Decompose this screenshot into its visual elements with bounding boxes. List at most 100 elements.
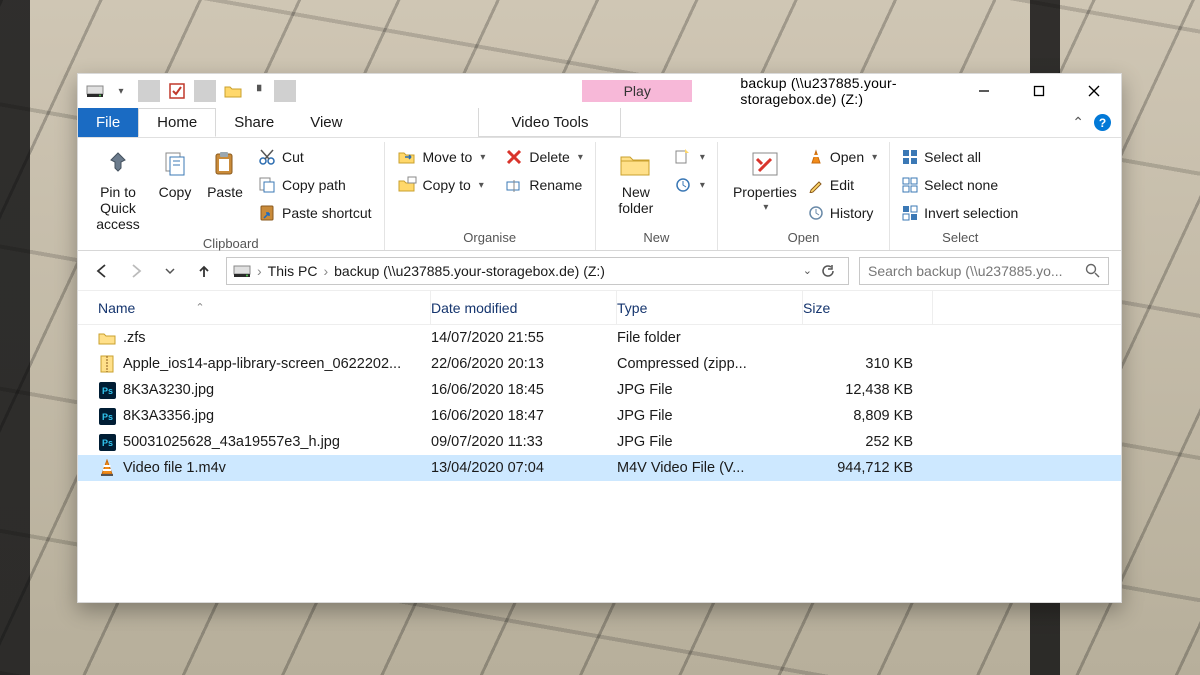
copy-path-icon	[258, 176, 276, 194]
chevron-down-icon[interactable]: ⌄	[803, 264, 812, 277]
file-name: 8K3A3356.jpg	[123, 408, 214, 424]
copy-to-button[interactable]: Copy to▾	[393, 172, 490, 198]
window-controls	[956, 74, 1121, 108]
file-row[interactable]: Ps50031025628_43a19557e3_h.jpg09/07/2020…	[78, 429, 1121, 455]
help-icon[interactable]: ?	[1094, 114, 1111, 131]
file-type: M4V Video File (V...	[617, 460, 803, 476]
up-button[interactable]	[192, 259, 216, 283]
file-type: File folder	[617, 330, 803, 346]
file-date: 13/04/2020 07:04	[431, 460, 617, 476]
svg-text:Ps: Ps	[101, 438, 112, 448]
move-to-button[interactable]: Move to▾	[393, 144, 490, 170]
contextual-tab-play[interactable]: Play	[582, 80, 692, 102]
cut-button[interactable]: Cut	[254, 144, 376, 170]
file-list: .zfs14/07/2020 21:55File folderApple_ios…	[78, 325, 1121, 481]
invert-label: Invert selection	[924, 205, 1018, 221]
open-button[interactable]: Open▾	[804, 144, 881, 170]
history-label: History	[830, 205, 874, 221]
new-item-icon	[674, 148, 692, 166]
separator	[194, 80, 216, 102]
file-row[interactable]: Apple_ios14-app-library-screen_0622202..…	[78, 351, 1121, 377]
breadcrumb-folder[interactable]: backup (\\u237885.your-storagebox.de) (Z…	[334, 263, 605, 279]
column-header-size[interactable]: Size	[803, 291, 933, 324]
navigation-bar: › This PC › backup (\\u237885.your-stora…	[78, 251, 1121, 291]
qat-dropdown-icon[interactable]: ▾	[110, 80, 132, 102]
copy-button[interactable]: Copy	[150, 144, 200, 232]
folder-icon[interactable]	[222, 80, 244, 102]
edit-button[interactable]: Edit	[804, 172, 881, 198]
properties-label: Properties	[733, 184, 797, 200]
breadcrumb-this-pc[interactable]: This PC	[268, 263, 318, 279]
file-type: JPG File	[617, 408, 803, 424]
file-type: JPG File	[617, 382, 803, 398]
history-button[interactable]: History	[804, 200, 881, 226]
column-header-date[interactable]: Date modified	[431, 291, 617, 324]
file-row[interactable]: Ps8K3A3356.jpg16/06/2020 18:47JPG File8,…	[78, 403, 1121, 429]
easy-access-icon	[674, 176, 692, 194]
file-type: JPG File	[617, 434, 803, 450]
select-none-icon	[902, 177, 918, 193]
ribbon-group-new: New folder ▾ ▾ New	[596, 142, 718, 250]
file-date: 16/06/2020 18:47	[431, 408, 617, 424]
select-all-button[interactable]: Select all	[898, 144, 1022, 170]
minimize-button[interactable]	[956, 74, 1011, 108]
tab-view[interactable]: View	[292, 108, 360, 137]
recent-locations-button[interactable]	[158, 259, 182, 283]
file-row[interactable]: Ps8K3A3230.jpg16/06/2020 18:45JPG File12…	[78, 377, 1121, 403]
invert-selection-button[interactable]: Invert selection	[898, 200, 1022, 226]
folder-icon	[98, 329, 116, 347]
copy-path-button[interactable]: Copy path	[254, 172, 376, 198]
move-to-icon	[397, 148, 417, 166]
checkmark-icon[interactable]	[166, 80, 188, 102]
column-header-name[interactable]: Name⌃	[98, 291, 431, 324]
scissors-icon	[258, 148, 276, 166]
paste-label: Paste	[207, 184, 243, 200]
cut-label: Cut	[282, 149, 304, 165]
new-item-button[interactable]: ▾	[670, 144, 709, 170]
breadcrumb[interactable]: › This PC › backup (\\u237885.your-stora…	[226, 257, 849, 285]
refresh-button[interactable]	[820, 263, 836, 279]
title-bar: ▾ ▝ Play backup (\\u237885.your-storageb…	[78, 74, 1121, 108]
column-header-type[interactable]: Type	[617, 291, 803, 324]
zip-icon	[98, 355, 116, 373]
search-icon[interactable]	[1085, 263, 1100, 278]
tab-file[interactable]: File	[78, 108, 138, 137]
delete-button[interactable]: Delete▾	[501, 144, 587, 170]
ps-icon: Ps	[98, 407, 116, 425]
tab-share[interactable]: Share	[216, 108, 292, 137]
overflow-icon[interactable]: ▝	[246, 80, 268, 102]
back-button[interactable]	[90, 259, 114, 283]
ribbon-group-organise: Move to▾ Copy to▾ Delete▾ Rename Organis…	[385, 142, 596, 250]
forward-button[interactable]	[124, 259, 148, 283]
new-folder-label: New folder	[604, 184, 668, 216]
pin-label: Pin to Quick access	[86, 184, 150, 232]
tab-home[interactable]: Home	[138, 108, 216, 137]
tab-video-tools[interactable]: Video Tools	[478, 108, 621, 137]
ribbon-group-clipboard: Pin to Quick access Copy Paste Cut Copy …	[78, 142, 385, 250]
properties-button[interactable]: Properties ▾	[726, 144, 804, 226]
pin-to-quick-access-button[interactable]: Pin to Quick access	[86, 144, 150, 232]
maximize-button[interactable]	[1011, 74, 1066, 108]
search-input[interactable]: Search backup (\\u237885.yo...	[859, 257, 1109, 285]
file-name: .zfs	[123, 330, 146, 346]
paste-shortcut-label: Paste shortcut	[282, 205, 372, 221]
file-row[interactable]: Video file 1.m4v13/04/2020 07:04M4V Vide…	[78, 455, 1121, 481]
ribbon-tabs: File Home Share View Video Tools ⌃ ?	[78, 108, 1121, 138]
select-none-button[interactable]: Select none	[898, 172, 1022, 198]
close-button[interactable]	[1066, 74, 1121, 108]
history-icon	[808, 205, 824, 221]
paste-shortcut-button[interactable]: Paste shortcut	[254, 200, 376, 226]
paste-button[interactable]: Paste	[200, 144, 250, 232]
file-row[interactable]: .zfs14/07/2020 21:55File folder	[78, 325, 1121, 351]
chevron-right-icon[interactable]: ›	[257, 263, 262, 279]
new-group-label: New	[643, 226, 669, 250]
separator	[138, 80, 160, 102]
chevron-right-icon[interactable]: ›	[323, 263, 328, 279]
drive-icon[interactable]	[84, 80, 106, 102]
rename-button[interactable]: Rename	[501, 172, 587, 198]
edit-label: Edit	[830, 177, 854, 193]
new-folder-button[interactable]: New folder	[604, 144, 668, 216]
organise-group-label: Organise	[463, 226, 516, 250]
easy-access-button[interactable]: ▾	[670, 172, 709, 198]
collapse-ribbon-icon[interactable]: ⌃	[1072, 114, 1084, 131]
